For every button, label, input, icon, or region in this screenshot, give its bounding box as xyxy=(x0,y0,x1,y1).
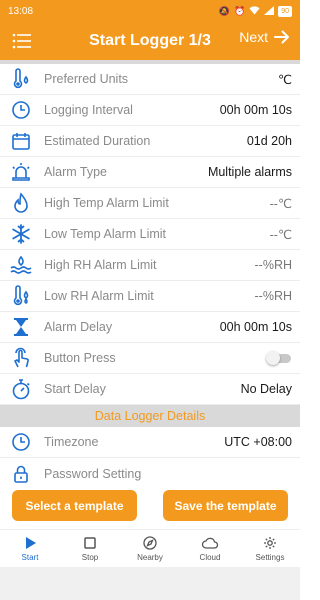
row-alarm-delay[interactable]: Alarm Delay 00h 00m 10s xyxy=(0,312,300,343)
row-label: Timezone xyxy=(44,435,99,449)
row-value: Multiple alarms xyxy=(207,165,292,179)
row-high-rh-limit[interactable]: High RH Alarm Limit --%RH xyxy=(0,250,300,281)
nav-label: Stop xyxy=(81,552,99,562)
gear-icon xyxy=(264,536,276,549)
row-label: High Temp Alarm Limit xyxy=(44,196,169,210)
cloud-icon xyxy=(201,537,219,549)
menu-icon xyxy=(12,33,31,49)
hand-tap-icon xyxy=(10,347,32,369)
row-value: No Delay xyxy=(240,382,292,396)
arrow-right-icon xyxy=(274,30,289,44)
status-time: 13:08 xyxy=(8,5,34,17)
row-low-temp-limit[interactable]: Low Temp Alarm Limit --℃ xyxy=(0,219,300,250)
thermometer-drop-icon xyxy=(10,68,32,90)
section-header-details: Data Logger Details xyxy=(0,405,300,427)
row-estimated-duration: Estimated Duration 01d 20h xyxy=(0,126,300,157)
bottom-nav: Start Stop Nearby Cloud Settings xyxy=(0,529,300,567)
row-value: 00h 00m 10s xyxy=(219,103,292,117)
row-alarm-type[interactable]: Alarm Type Multiple alarms xyxy=(0,157,300,188)
nav-label: Start xyxy=(21,552,39,562)
siren-icon xyxy=(10,161,32,183)
nav-label: Cloud xyxy=(199,552,221,562)
battery-icon: 90 xyxy=(278,5,292,17)
row-value: ℃ xyxy=(277,72,292,87)
row-label: Preferred Units xyxy=(44,72,129,86)
nav-nearby[interactable]: Nearby xyxy=(120,530,180,567)
row-label: Password Setting xyxy=(44,466,142,481)
stopwatch-icon xyxy=(10,378,32,400)
row-label: Start Delay xyxy=(44,382,106,396)
humidity-low-icon xyxy=(10,285,32,307)
play-icon xyxy=(26,536,36,549)
row-label: Button Press xyxy=(44,351,116,365)
row-label: Alarm Delay xyxy=(44,320,113,334)
row-timezone[interactable]: Timezone UTC +08:00 xyxy=(0,427,300,458)
signal-icon xyxy=(264,5,275,17)
system-nav-area xyxy=(0,567,300,600)
snowflake-icon xyxy=(10,223,32,245)
menu-button[interactable] xyxy=(10,29,34,53)
app-header: Start Logger 1/3 Next xyxy=(0,22,300,60)
settings-list: Preferred Units ℃ Logging Interval 00h 0… xyxy=(0,64,300,489)
nav-start[interactable]: Start xyxy=(0,530,60,567)
button-press-toggle[interactable] xyxy=(266,351,292,365)
humidity-high-icon xyxy=(10,254,32,276)
row-label: Low Temp Alarm Limit xyxy=(44,227,167,241)
lock-icon xyxy=(10,463,32,485)
row-label: Alarm Type xyxy=(44,165,107,179)
nav-label: Settings xyxy=(255,552,285,562)
row-value: 01d 20h xyxy=(246,134,292,148)
compass-icon xyxy=(143,535,157,550)
save-template-button[interactable]: Save the template xyxy=(163,490,288,521)
clock-icon xyxy=(10,431,32,453)
row-value: --℃ xyxy=(269,227,292,242)
row-password-setting[interactable]: Password Setting xyxy=(0,458,300,489)
next-label: Next xyxy=(239,29,268,45)
row-label: Estimated Duration xyxy=(44,134,151,148)
toggle-knob xyxy=(266,351,280,365)
stop-icon xyxy=(84,536,96,549)
alarm-icon: ⏰ xyxy=(233,5,246,16)
nav-settings[interactable]: Settings xyxy=(240,530,300,567)
row-label: Low RH Alarm Limit xyxy=(44,289,154,303)
row-low-rh-limit[interactable]: Low RH Alarm Limit --%RH xyxy=(0,281,300,312)
nav-label: Nearby xyxy=(137,552,163,562)
mute-icon: 🔕 xyxy=(218,5,230,16)
nav-cloud[interactable]: Cloud xyxy=(180,530,240,567)
hourglass-icon xyxy=(10,316,32,338)
row-logging-interval[interactable]: Logging Interval 00h 00m 10s xyxy=(0,95,300,126)
row-high-temp-limit[interactable]: High Temp Alarm Limit --℃ xyxy=(0,188,300,219)
status-bar: 13:08 🔕 ⏰ 90 xyxy=(0,0,300,22)
calendar-icon xyxy=(10,130,32,152)
flame-icon xyxy=(10,192,32,214)
next-button[interactable]: Next xyxy=(239,29,290,45)
select-template-button[interactable]: Select a template xyxy=(12,490,137,521)
row-label: Logging Interval xyxy=(44,103,133,117)
row-value: --%RH xyxy=(254,289,293,303)
row-button-press: Button Press xyxy=(0,343,300,374)
row-label: High RH Alarm Limit xyxy=(44,258,157,272)
row-value: UTC +08:00 xyxy=(224,435,292,449)
row-preferred-units[interactable]: Preferred Units ℃ xyxy=(0,64,300,95)
row-value: --%RH xyxy=(254,258,293,272)
status-icons: 🔕 ⏰ 90 xyxy=(218,5,292,17)
clock-icon xyxy=(10,99,32,121)
row-start-delay[interactable]: Start Delay No Delay xyxy=(0,374,300,405)
row-value: 00h 00m 10s xyxy=(219,320,292,334)
nav-stop[interactable]: Stop xyxy=(60,530,120,567)
row-value: --℃ xyxy=(269,196,292,211)
wifi-icon xyxy=(249,5,260,17)
